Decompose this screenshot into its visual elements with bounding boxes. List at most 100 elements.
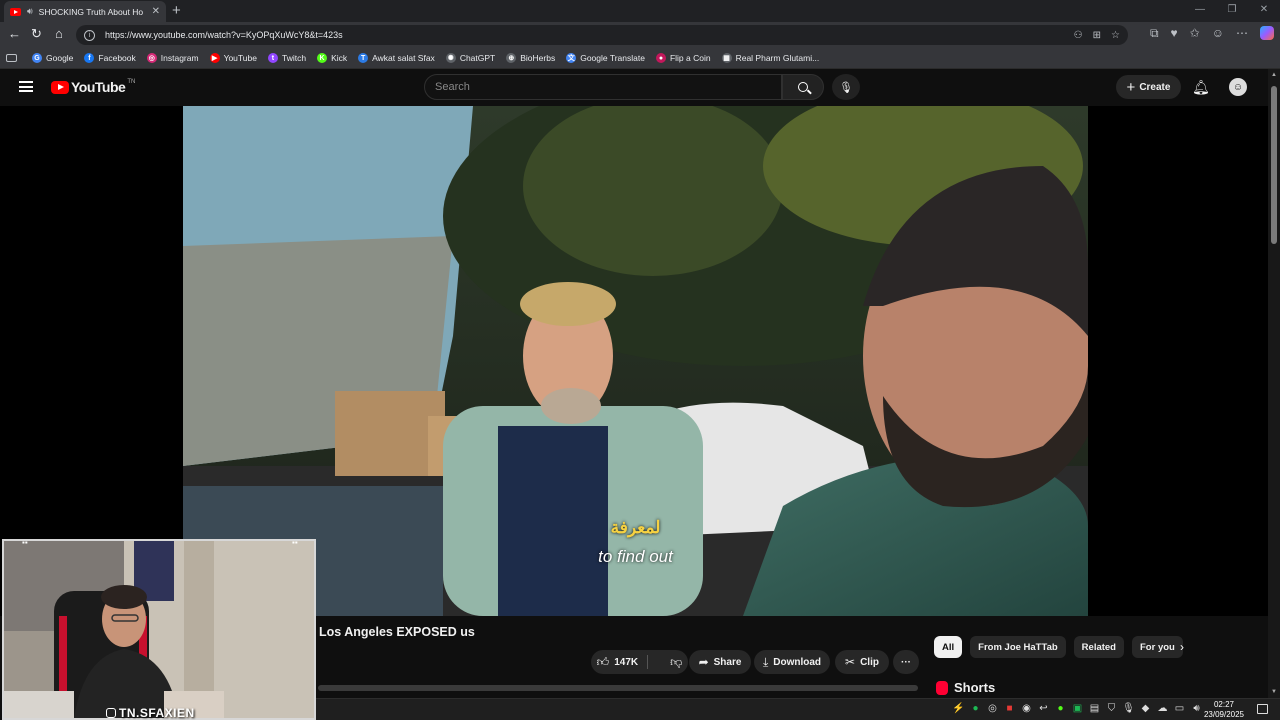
- country-code: TN: [127, 79, 136, 85]
- share-button[interactable]: ➦ Share: [689, 650, 751, 674]
- webcam-drag-handle-right[interactable]: ▪▪: [292, 538, 298, 547]
- green-app-icon[interactable]: ▣: [1072, 703, 1083, 714]
- system-tray: ⚡ ● ◎ ■ ◉ ↩ ● ▣ ▤ ⛉ 🎙︎ ◆ ☁ ▭ 🔊︎: [952, 703, 1202, 714]
- scroll-down-icon[interactable]: ▼: [1271, 689, 1277, 695]
- create-button[interactable]: + Create: [1116, 75, 1181, 99]
- discord-icon[interactable]: ◉: [1021, 703, 1032, 714]
- bookmark-item[interactable]: f Facebook: [84, 53, 136, 63]
- screen-icon[interactable]: ▤: [1089, 703, 1100, 714]
- arrow-icon[interactable]: ↩: [1038, 703, 1049, 714]
- clip-button[interactable]: ✂ Clip: [835, 650, 889, 674]
- apps-icon[interactable]: ⊞: [1093, 30, 1101, 41]
- chip-related[interactable]: Related: [1073, 636, 1124, 658]
- search-placeholder: Search: [435, 81, 470, 93]
- search-button[interactable]: [782, 74, 824, 100]
- more-options-icon[interactable]: ⋯: [1236, 26, 1248, 41]
- profile-icon[interactable]: ☺: [1212, 26, 1224, 41]
- download-button[interactable]: ⤓ Download: [754, 650, 830, 674]
- back-icon[interactable]: ←: [8, 26, 21, 41]
- microphone-icon: 🎙︎: [839, 81, 853, 94]
- spotify-icon[interactable]: ●: [970, 703, 981, 714]
- avatar[interactable]: ☺: [1229, 78, 1247, 96]
- kick-icon[interactable]: ●: [1055, 703, 1066, 714]
- speaker-icon[interactable]: 🔊︎: [27, 6, 33, 17]
- clock-date: 23/09/2025: [1203, 710, 1244, 719]
- bookmark-item[interactable]: T Awkat salat Sfax: [358, 53, 435, 63]
- volume-icon[interactable]: 🔊︎: [1191, 703, 1202, 714]
- search-icon: [798, 82, 808, 92]
- bookmark-item[interactable]: ▶ YouTube: [209, 53, 257, 63]
- plus-icon: +: [1126, 78, 1136, 96]
- instagram-icon: [106, 708, 116, 718]
- scrollbar-thumb[interactable]: [1271, 86, 1277, 244]
- voice-search-button[interactable]: 🎙︎: [832, 74, 860, 100]
- bookmark-label: ChatGPT: [459, 53, 496, 63]
- notifications-bell-icon[interactable]: 🔔︎: [1192, 79, 1210, 96]
- extensions-icon[interactable]: ⧉: [1150, 26, 1159, 41]
- more-actions-button[interactable]: ···: [893, 650, 919, 674]
- bookmark-item[interactable]: G Google: [32, 53, 73, 63]
- webcam-drag-handle[interactable]: ▪▪: [22, 538, 28, 547]
- page-scrollbar[interactable]: ▲ ▼: [1268, 69, 1280, 698]
- home-icon[interactable]: ⌂: [55, 26, 63, 41]
- notification-center-icon[interactable]: [1257, 704, 1268, 714]
- bookmark-label: Google Translate: [580, 53, 645, 63]
- browser-tab[interactable]: 🔊︎ SHOCKING Truth About Ho ✕: [4, 1, 166, 22]
- bookmark-item[interactable]: ⊕ BioHerbs: [506, 53, 555, 63]
- bookmark-icon: 文: [566, 53, 577, 63]
- record-icon[interactable]: ■: [1004, 703, 1015, 714]
- like-button[interactable]: 👍︎ 147K: [597, 655, 638, 670]
- dislike-button[interactable]: 👎︎: [670, 655, 682, 670]
- chip-from-channel[interactable]: From Joe HaTTab: [970, 636, 1066, 658]
- bookmark-item[interactable]: K Kick: [317, 53, 347, 63]
- site-info-icon[interactable]: i: [84, 29, 95, 41]
- restore-icon[interactable]: ❐: [1216, 0, 1248, 22]
- url-text[interactable]: https://www.youtube.com/watch?v=KyOPqXuW…: [105, 30, 1064, 40]
- search-input[interactable]: Search: [424, 74, 782, 100]
- description-box-edge: [318, 685, 918, 691]
- reload-icon[interactable]: ↻: [31, 26, 42, 42]
- bookmark-item[interactable]: ● Flip a Coin: [655, 53, 711, 63]
- bookmark-item[interactable]: ◎ Instagram: [146, 53, 199, 63]
- cloud-icon[interactable]: ☁: [1157, 703, 1168, 714]
- video-player[interactable]: لمعرفة to find out: [183, 106, 1088, 616]
- webcam-handle-text: TN.SFAXIEN: [119, 706, 195, 720]
- share-icon: ➦: [698, 655, 709, 669]
- new-tab-icon[interactable]: +: [172, 2, 181, 19]
- favorite-star-icon[interactable]: ☆: [1111, 30, 1120, 41]
- microphone-tray-icon[interactable]: 🎙︎: [1122, 703, 1135, 714]
- nvidia-icon[interactable]: ◆: [1140, 703, 1151, 714]
- close-window-icon[interactable]: ✕: [1248, 0, 1280, 22]
- flash-icon[interactable]: ⚡: [952, 703, 964, 714]
- scissors-icon: ✂: [845, 655, 856, 669]
- taskbar-clock[interactable]: 02:27 23/09/2025: [1204, 700, 1244, 720]
- toolbar-icons: ⧉ ♥ ✩ ☺ ⋯: [1150, 26, 1274, 41]
- chip-all[interactable]: All: [934, 636, 963, 658]
- bookmark-icon: ⊕: [506, 53, 517, 63]
- shield-icon[interactable]: ⛉: [1106, 703, 1117, 714]
- browser-essentials-icon[interactable]: ♥: [1171, 26, 1178, 41]
- bookmark-item[interactable]: t Twitch: [267, 53, 306, 63]
- bookmark-item[interactable]: ✺ ChatGPT: [445, 53, 496, 63]
- tab-actions-icon[interactable]: [6, 54, 21, 62]
- chevron-right-icon[interactable]: ›: [1180, 640, 1184, 654]
- bookmark-icon: K: [317, 53, 328, 63]
- address-bar[interactable]: i https://www.youtube.com/watch?v=KyOPqX…: [76, 25, 1128, 45]
- copilot-icon[interactable]: [1260, 26, 1274, 40]
- video-title: Los Angeles EXPOSED us: [319, 625, 475, 639]
- minimize-icon[interactable]: —: [1184, 0, 1216, 22]
- read-aloud-icon[interactable]: ⚇: [1074, 30, 1083, 41]
- network-icon[interactable]: ▭: [1174, 703, 1185, 714]
- webcam-overlay: [2, 539, 316, 720]
- close-tab-icon[interactable]: ✕: [152, 6, 160, 17]
- bookmark-item[interactable]: 文 Google Translate: [566, 53, 645, 63]
- bookmark-item[interactable]: ▦ Real Pharm Glutami...: [721, 53, 819, 63]
- scroll-up-icon[interactable]: ▲: [1271, 72, 1277, 78]
- favorites-icon[interactable]: ✩: [1190, 26, 1200, 41]
- chip-for-you[interactable]: For you: [1132, 636, 1183, 658]
- chrome-icon[interactable]: ◎: [987, 703, 998, 714]
- shorts-label: Shorts: [954, 680, 996, 695]
- related-filter-chips: All From Joe HaTTab Related For you: [934, 636, 1183, 658]
- youtube-logo[interactable]: YouTube TN: [51, 79, 135, 95]
- hamburger-menu-icon[interactable]: [19, 81, 33, 92]
